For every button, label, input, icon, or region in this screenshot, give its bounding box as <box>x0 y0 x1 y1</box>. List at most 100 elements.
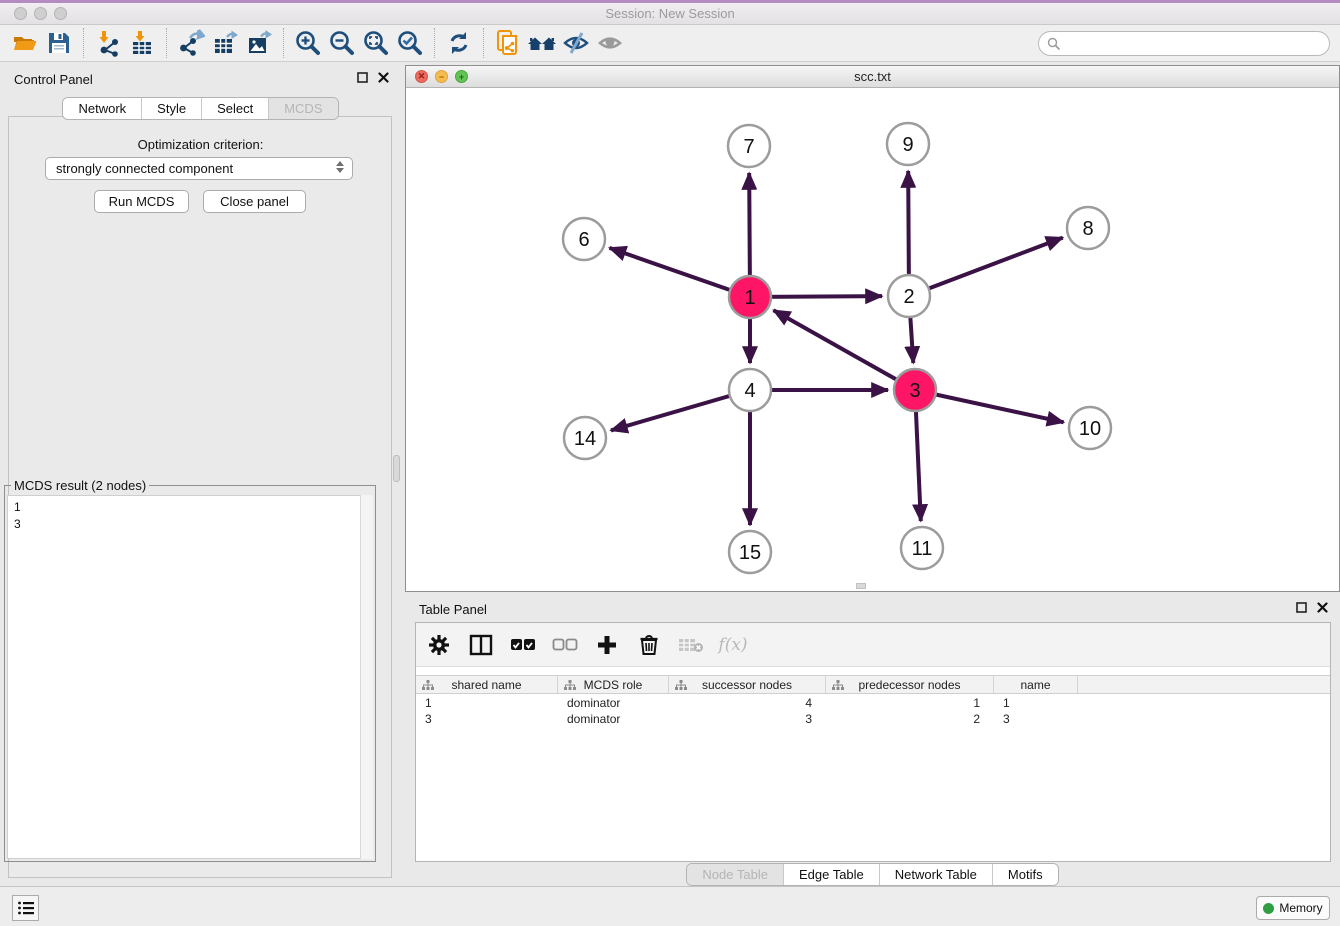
search-field[interactable] <box>1038 31 1330 56</box>
graph-edge-1-6[interactable] <box>609 248 750 297</box>
column-type-icon <box>564 680 576 691</box>
application-window: Session: New Session <box>0 0 1340 926</box>
tab-mcds[interactable]: MCDS <box>268 98 337 119</box>
network-window-titlebar[interactable]: ✕ − + scc.txt <box>406 66 1339 88</box>
table-cell[interactable]: 3 <box>669 711 826 727</box>
table-cell[interactable]: 3 <box>994 711 1078 727</box>
eye-slash-icon <box>562 29 590 57</box>
close-panel-button[interactable]: Close panel <box>203 190 306 213</box>
table-cell[interactable]: 1 <box>416 695 558 711</box>
save-floppy-icon <box>45 29 73 57</box>
network-scrollbar-thumb[interactable] <box>856 583 866 589</box>
graph-node-7[interactable]: 7 <box>728 125 770 167</box>
open-session-button[interactable] <box>8 28 42 58</box>
tab-select[interactable]: Select <box>201 98 268 119</box>
import-network-button[interactable] <box>91 28 125 58</box>
table-options-button[interactable] <box>426 632 452 658</box>
deselect-all-columns-button[interactable] <box>552 632 578 658</box>
graph-node-9[interactable]: 9 <box>887 123 929 165</box>
graph-node-4[interactable]: 4 <box>729 369 771 411</box>
float-panel-icon[interactable] <box>357 72 368 83</box>
home-icon <box>527 29 557 57</box>
graph-edge-3-1[interactable] <box>774 310 915 390</box>
clone-network-button[interactable] <box>491 28 525 58</box>
mcds-result-title: MCDS result (2 nodes) <box>11 478 149 493</box>
table-cell[interactable]: dominator <box>558 695 669 711</box>
graph-node-15[interactable]: 15 <box>729 531 771 573</box>
network-window-title: scc.txt <box>406 69 1339 84</box>
graph-edge-2-8[interactable] <box>909 238 1063 296</box>
table-row[interactable]: 3dominator323 <box>416 711 1330 727</box>
svg-text:6: 6 <box>578 229 589 251</box>
column-header-MCDS-role[interactable]: MCDS role <box>558 676 669 693</box>
delete-table-icon <box>678 636 704 654</box>
delete-column-button[interactable] <box>636 632 662 658</box>
column-header-name[interactable]: name <box>994 676 1078 693</box>
split-panel-button[interactable] <box>468 632 494 658</box>
hide-details-button[interactable] <box>559 28 593 58</box>
close-panel-icon[interactable] <box>378 72 389 83</box>
svg-text:8: 8 <box>1082 218 1093 240</box>
control-panel-tabs: NetworkStyleSelectMCDS <box>62 97 338 120</box>
close-panel-icon[interactable] <box>1317 602 1328 613</box>
graph-node-14[interactable]: 14 <box>564 417 606 459</box>
refresh-layout-button[interactable] <box>442 28 476 58</box>
show-details-button[interactable] <box>593 28 627 58</box>
column-header-predecessor-nodes[interactable]: predecessor nodes <box>826 676 994 693</box>
table-cell[interactable]: 1 <box>826 695 994 711</box>
export-network-button[interactable] <box>174 28 208 58</box>
search-input[interactable] <box>1061 34 1329 54</box>
table-cell[interactable]: dominator <box>558 711 669 727</box>
graph-node-8[interactable]: 8 <box>1067 207 1109 249</box>
table-cell[interactable]: 4 <box>669 695 826 711</box>
zoom-selected-button[interactable] <box>393 28 427 58</box>
tab-style[interactable]: Style <box>141 98 201 119</box>
network-canvas[interactable]: 7 9 6 8 1 2 4 3 14 10 15 11 <box>406 88 1339 591</box>
function-builder-button[interactable]: f(x) <box>720 632 746 658</box>
control-panel-scrollbar-thumb[interactable] <box>393 455 400 482</box>
graph-node-3[interactable]: 3 <box>894 369 936 411</box>
column-header-successor-nodes[interactable]: successor nodes <box>669 676 826 693</box>
table-cell[interactable]: 1 <box>994 695 1078 711</box>
table-tab-motifs[interactable]: Motifs <box>992 864 1058 885</box>
tab-network[interactable]: Network <box>63 98 141 119</box>
delete-table-button[interactable] <box>678 632 704 658</box>
graph-node-6[interactable]: 6 <box>563 218 605 260</box>
table-tab-node-table[interactable]: Node Table <box>687 864 783 885</box>
graph-edge-3-10[interactable] <box>915 390 1064 422</box>
save-session-button[interactable] <box>42 28 76 58</box>
zoom-in-button[interactable] <box>291 28 325 58</box>
table-tab-network-table[interactable]: Network Table <box>879 864 992 885</box>
zoom-fit-button[interactable] <box>359 28 393 58</box>
criterion-dropdown[interactable]: strongly connected component <box>45 157 353 180</box>
export-image-button[interactable] <box>242 28 276 58</box>
zoom-in-icon <box>294 29 322 57</box>
export-image-icon <box>245 29 273 57</box>
export-table-button[interactable] <box>208 28 242 58</box>
home-button[interactable] <box>525 28 559 58</box>
graph-node-11[interactable]: 11 <box>901 527 943 569</box>
svg-text:9: 9 <box>902 134 913 156</box>
zoom-out-button[interactable] <box>325 28 359 58</box>
window-titlebar[interactable]: Session: New Session <box>0 3 1340 25</box>
table-row[interactable]: 1dominator411 <box>416 695 1330 711</box>
memory-status-icon <box>1263 903 1274 914</box>
memory-button[interactable]: Memory <box>1256 896 1330 920</box>
column-header-shared-name[interactable]: shared name <box>416 676 558 693</box>
table-cell[interactable]: 3 <box>416 711 558 727</box>
table-tab-edge-table[interactable]: Edge Table <box>783 864 879 885</box>
table-cell[interactable]: 2 <box>826 711 994 727</box>
select-all-columns-button[interactable] <box>510 632 536 658</box>
add-column-button[interactable] <box>594 632 620 658</box>
import-table-button[interactable] <box>125 28 159 58</box>
graph-node-1[interactable]: 1 <box>729 276 771 318</box>
optimization-criterion-label: Optimization criterion: <box>0 137 401 152</box>
graph-node-10[interactable]: 10 <box>1069 407 1111 449</box>
result-scrollbar[interactable] <box>360 495 373 859</box>
mcds-result-text[interactable]: 1 3 <box>7 495 373 859</box>
float-panel-icon[interactable] <box>1296 602 1307 613</box>
task-history-button[interactable] <box>12 895 39 921</box>
graph-node-2[interactable]: 2 <box>888 275 930 317</box>
svg-text:2: 2 <box>903 286 914 308</box>
run-mcds-button[interactable]: Run MCDS <box>94 190 189 213</box>
